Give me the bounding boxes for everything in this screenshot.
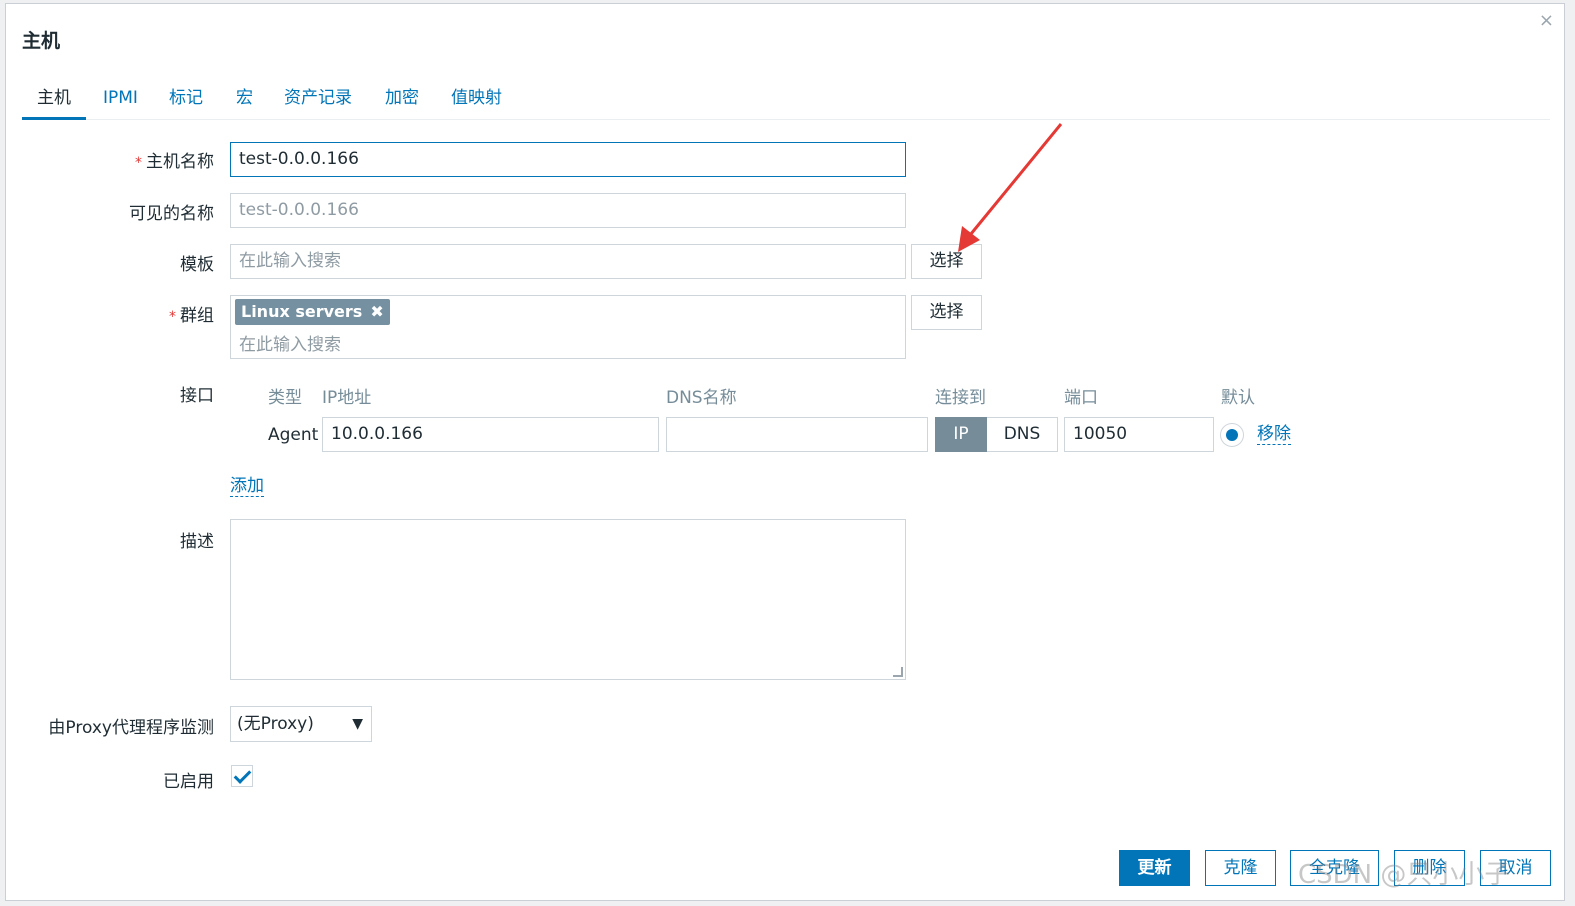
interface-port-input[interactable]: 10050 bbox=[1064, 417, 1214, 452]
visible-name-label: 可见的名称 bbox=[129, 204, 214, 224]
host-name-input[interactable]: test-0.0.0.166 bbox=[230, 142, 906, 177]
tab-ipmi[interactable]: IPMI bbox=[88, 76, 153, 120]
default-interface-radio[interactable] bbox=[1220, 423, 1244, 447]
interface-ip-input[interactable]: 10.0.0.166 bbox=[322, 417, 659, 452]
host-name-label: * 主机名称 bbox=[135, 152, 214, 172]
col-ip: IP地址 bbox=[322, 388, 372, 408]
col-type: 类型 bbox=[268, 388, 302, 408]
proxy-label: 由Proxy代理程序监测 bbox=[48, 718, 214, 738]
enabled-checkbox[interactable] bbox=[231, 765, 253, 787]
proxy-select[interactable]: (无Proxy) ▼ bbox=[230, 706, 372, 742]
chip-remove-icon[interactable]: ✖ bbox=[370, 302, 383, 321]
clone-button[interactable]: 克隆 bbox=[1205, 850, 1276, 886]
update-button[interactable]: 更新 bbox=[1119, 850, 1190, 886]
add-interface-link[interactable]: 添加 bbox=[230, 476, 264, 497]
groups-multiselect[interactable]: Linux servers ✖ 在此输入搜索 bbox=[230, 295, 906, 359]
connect-ip-toggle[interactable]: IP bbox=[935, 417, 987, 452]
tab-encryption[interactable]: 加密 bbox=[370, 76, 434, 120]
tab-value-mapping[interactable]: 值映射 bbox=[436, 76, 517, 120]
cancel-button[interactable]: 取消 bbox=[1480, 850, 1551, 886]
host-dialog: 主机 × 主机 IPMI 标记 宏 资产记录 加密 值映射 * 主机名称 test… bbox=[5, 3, 1565, 901]
enabled-label: 已启用 bbox=[163, 772, 214, 792]
col-connect-to: 连接到 bbox=[935, 388, 986, 408]
tab-host[interactable]: 主机 bbox=[22, 76, 86, 120]
col-dns: DNS名称 bbox=[666, 388, 737, 408]
interface-type: Agent bbox=[268, 425, 319, 445]
tab-inventory[interactable]: 资产记录 bbox=[269, 76, 367, 120]
interface-dns-input[interactable] bbox=[666, 417, 928, 452]
dialog-title: 主机 bbox=[22, 30, 61, 52]
templates-select-button[interactable]: 选择 bbox=[911, 244, 982, 279]
required-mark: * bbox=[135, 155, 142, 171]
delete-button[interactable]: 删除 bbox=[1394, 850, 1465, 886]
connect-dns-toggle[interactable]: DNS bbox=[987, 417, 1058, 452]
chevron-down-icon: ▼ bbox=[352, 716, 363, 732]
full-clone-button[interactable]: 全克隆 bbox=[1290, 850, 1379, 886]
close-icon[interactable]: × bbox=[1539, 10, 1554, 31]
description-label: 描述 bbox=[180, 532, 214, 552]
groups-label: * 群组 bbox=[169, 306, 214, 326]
group-chip: Linux servers ✖ bbox=[235, 299, 390, 325]
col-port: 端口 bbox=[1064, 388, 1098, 408]
templates-label: 模板 bbox=[180, 255, 214, 275]
tab-bar: 主机 IPMI 标记 宏 资产记录 加密 值映射 bbox=[22, 76, 1550, 120]
templates-search-input[interactable]: 在此输入搜索 bbox=[230, 244, 906, 279]
tab-tags[interactable]: 标记 bbox=[154, 76, 218, 120]
remove-interface-link[interactable]: 移除 bbox=[1257, 424, 1291, 445]
tab-macros[interactable]: 宏 bbox=[221, 76, 268, 120]
groups-select-button[interactable]: 选择 bbox=[911, 295, 982, 330]
interfaces-label: 接口 bbox=[180, 386, 214, 406]
col-default: 默认 bbox=[1221, 388, 1255, 408]
visible-name-input[interactable]: test-0.0.0.166 bbox=[230, 193, 906, 228]
resize-grip-icon[interactable] bbox=[893, 667, 903, 677]
groups-search-placeholder: 在此输入搜索 bbox=[239, 335, 341, 355]
description-textarea[interactable] bbox=[230, 519, 906, 680]
